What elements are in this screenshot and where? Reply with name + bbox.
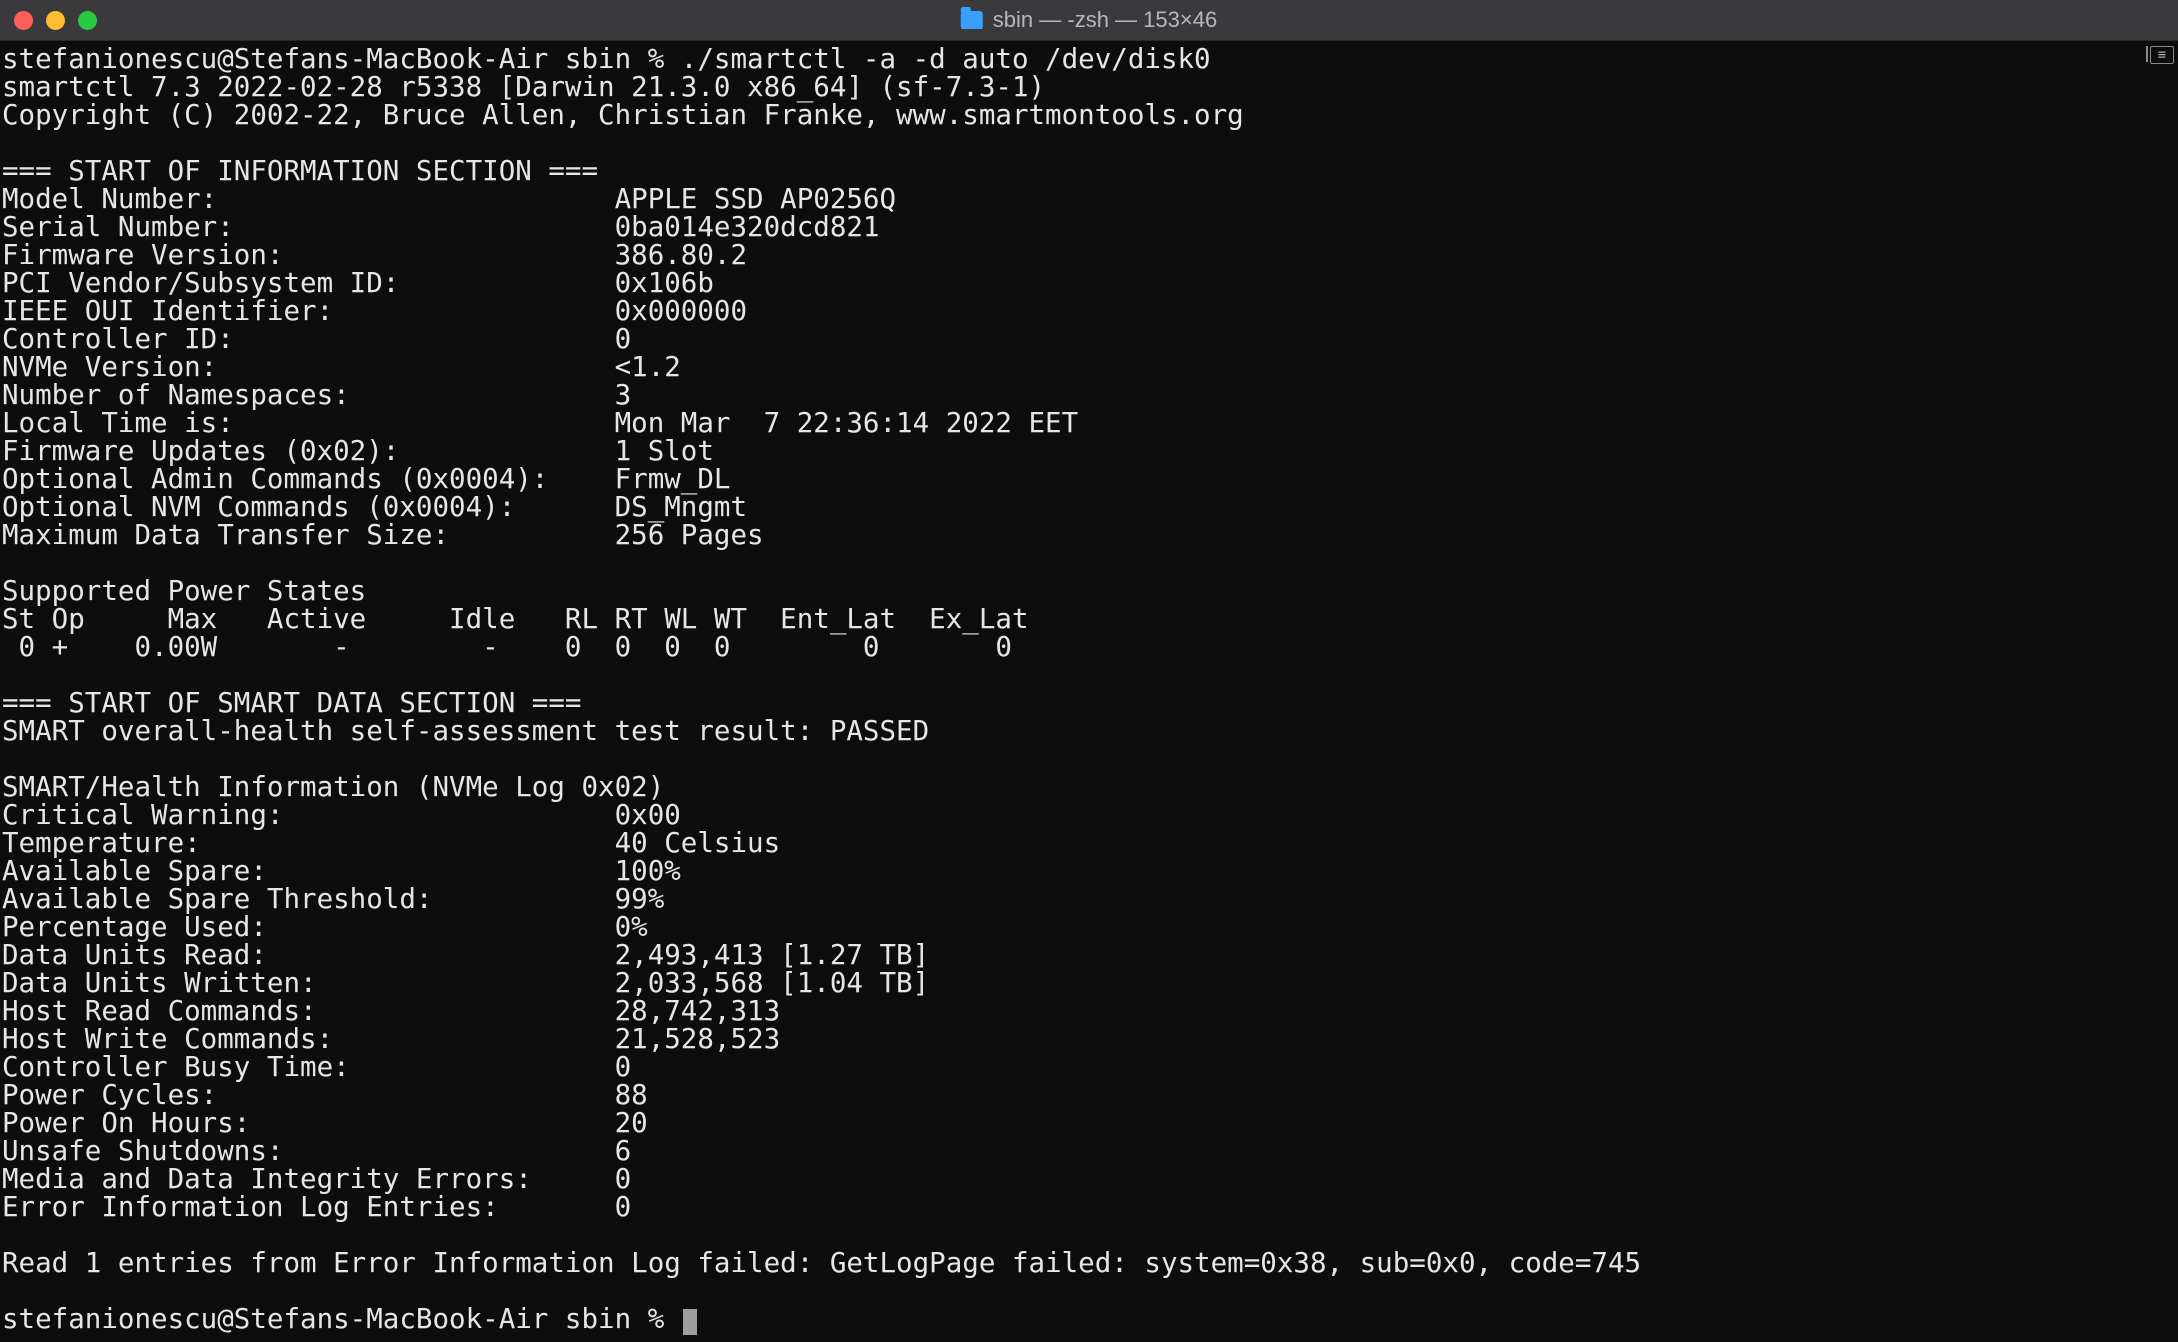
minimize-button[interactable] <box>46 11 65 30</box>
titlebar: sbin — -zsh — 153×46 <box>0 0 2178 41</box>
terminal-output[interactable]: stefanionescu@Stefans-MacBook-Air sbin %… <box>0 41 2178 1342</box>
scroll-indicator-icon[interactable] <box>2150 46 2174 64</box>
folder-icon <box>961 11 983 29</box>
prompt-line: stefanionescu@Stefans-MacBook-Air sbin % <box>2 1303 681 1335</box>
maximize-button[interactable] <box>78 11 97 30</box>
window-title: sbin — -zsh — 153×46 <box>961 7 1217 33</box>
close-button[interactable] <box>14 11 33 30</box>
window-title-text: sbin — -zsh — 153×46 <box>993 7 1217 33</box>
cursor <box>683 1309 697 1335</box>
traffic-lights <box>14 11 97 30</box>
terminal-window: sbin — -zsh — 153×46 stefanionescu@Stefa… <box>0 0 2178 1342</box>
scrollbar-track[interactable] <box>2146 46 2148 62</box>
